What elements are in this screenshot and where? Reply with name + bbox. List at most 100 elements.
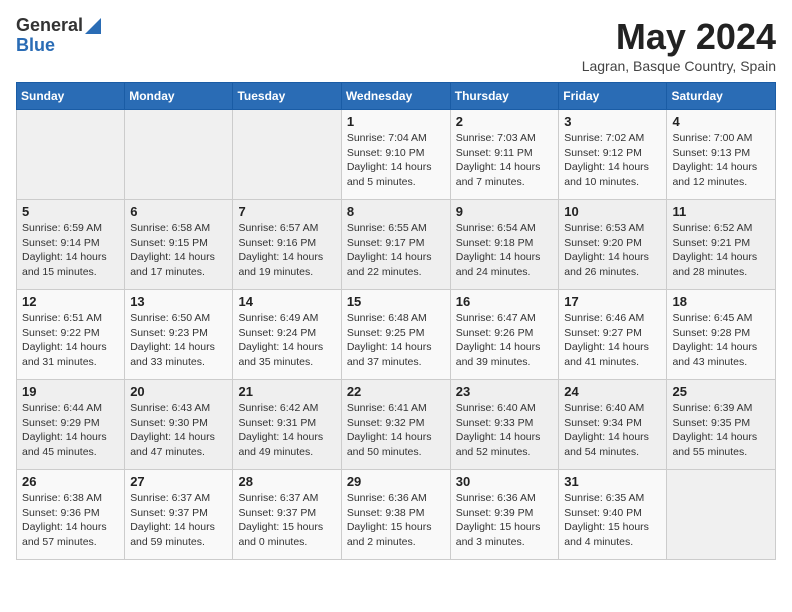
weekday-header-saturday: Saturday xyxy=(667,83,776,110)
day-number: 20 xyxy=(130,384,227,399)
day-number: 21 xyxy=(238,384,335,399)
calendar-cell: 25Sunrise: 6:39 AMSunset: 9:35 PMDayligh… xyxy=(667,380,776,470)
day-info: Sunrise: 6:51 AMSunset: 9:22 PMDaylight:… xyxy=(22,311,119,370)
day-info: Sunrise: 6:40 AMSunset: 9:34 PMDaylight:… xyxy=(564,401,661,460)
calendar-cell: 9Sunrise: 6:54 AMSunset: 9:18 PMDaylight… xyxy=(450,200,559,290)
calendar-cell: 14 Sunrise: 6:49 AMSunset: 9:24 PMDayligh… xyxy=(233,290,341,380)
day-number: 13 xyxy=(130,294,227,309)
calendar-week-2: 5Sunrise: 6:59 AMSunset: 9:14 PMDaylight… xyxy=(17,200,776,290)
day-number: 22 xyxy=(347,384,445,399)
day-info: Sunrise: 6:43 AMSunset: 9:30 PMDaylight:… xyxy=(130,401,227,460)
day-info: Sunrise: 6:47 AMSunset: 9:26 PMDaylight:… xyxy=(456,311,554,370)
calendar-cell: 29 Sunrise: 6:36 AMSunset: 9:38 PMDayligh… xyxy=(341,470,450,560)
day-info: Sunrise: 6:39 AMSunset: 9:35 PMDaylight:… xyxy=(672,401,770,460)
day-number: 28 xyxy=(238,474,335,489)
day-number: 6 xyxy=(130,204,227,219)
calendar-cell: 26 Sunrise: 6:38 AMSunset: 9:36 PMDayligh… xyxy=(17,470,125,560)
calendar-cell: 10Sunrise: 6:53 AMSunset: 9:20 PMDayligh… xyxy=(559,200,667,290)
day-number: 3 xyxy=(564,114,661,129)
calendar-cell: 13 Sunrise: 6:50 AMSunset: 9:23 PMDayligh… xyxy=(125,290,233,380)
day-number: 8 xyxy=(347,204,445,219)
calendar-cell: 30 Sunrise: 6:36 AMSunset: 9:39 PMDayligh… xyxy=(450,470,559,560)
day-info: Sunrise: 6:58 AMSunset: 9:15 PMDaylight:… xyxy=(130,221,227,280)
calendar-cell xyxy=(233,110,341,200)
day-info: Sunrise: 6:50 AMSunset: 9:23 PMDaylight:… xyxy=(130,311,227,370)
day-number: 1 xyxy=(347,114,445,129)
day-info: Sunrise: 7:00 AMSunset: 9:13 PMDaylight:… xyxy=(672,131,770,190)
day-info: Sunrise: 6:48 AMSunset: 9:25 PMDaylight:… xyxy=(347,311,445,370)
day-info: Sunrise: 6:54 AMSunset: 9:18 PMDaylight:… xyxy=(456,221,554,280)
day-info: Sunrise: 6:36 AMSunset: 9:39 PMDaylight:… xyxy=(456,491,554,550)
day-number: 15 xyxy=(347,294,445,309)
calendar-cell: 28 Sunrise: 6:37 AMSunset: 9:37 PMDayligh… xyxy=(233,470,341,560)
day-number: 31 xyxy=(564,474,661,489)
weekday-header-wednesday: Wednesday xyxy=(341,83,450,110)
day-number: 23 xyxy=(456,384,554,399)
day-number: 4 xyxy=(672,114,770,129)
day-info: Sunrise: 6:42 AMSunset: 9:31 PMDaylight:… xyxy=(238,401,335,460)
day-info: Sunrise: 6:57 AMSunset: 9:16 PMDaylight:… xyxy=(238,221,335,280)
calendar-cell: 8Sunrise: 6:55 AMSunset: 9:17 PMDaylight… xyxy=(341,200,450,290)
day-info: Sunrise: 7:02 AMSunset: 9:12 PMDaylight:… xyxy=(564,131,661,190)
calendar-week-3: 12Sunrise: 6:51 AMSunset: 9:22 PMDayligh… xyxy=(17,290,776,380)
day-number: 24 xyxy=(564,384,661,399)
calendar-cell: 19 Sunrise: 6:44 AMSunset: 9:29 PMDayligh… xyxy=(17,380,125,470)
day-number: 19 xyxy=(22,384,119,399)
day-info: Sunrise: 6:49 AMSunset: 9:24 PMDaylight:… xyxy=(238,311,335,370)
calendar-cell: 20 Sunrise: 6:43 AMSunset: 9:30 PMDayligh… xyxy=(125,380,233,470)
weekday-header-friday: Friday xyxy=(559,83,667,110)
calendar-cell: 12Sunrise: 6:51 AMSunset: 9:22 PMDayligh… xyxy=(17,290,125,380)
calendar-week-1: 1 Sunrise: 7:04 AMSunset: 9:10 PMDaylight… xyxy=(17,110,776,200)
calendar-table: SundayMondayTuesdayWednesdayThursdayFrid… xyxy=(16,82,776,560)
weekday-header-sunday: Sunday xyxy=(17,83,125,110)
day-info: Sunrise: 6:35 AMSunset: 9:40 PMDaylight:… xyxy=(564,491,661,550)
calendar-week-5: 26 Sunrise: 6:38 AMSunset: 9:36 PMDayligh… xyxy=(17,470,776,560)
weekday-header-thursday: Thursday xyxy=(450,83,559,110)
calendar-cell: 18 Sunrise: 6:45 AMSunset: 9:28 PMDayligh… xyxy=(667,290,776,380)
day-info: Sunrise: 6:37 AMSunset: 9:37 PMDaylight:… xyxy=(238,491,335,550)
calendar-cell xyxy=(125,110,233,200)
day-number: 27 xyxy=(130,474,227,489)
calendar-cell xyxy=(667,470,776,560)
calendar-cell: 2Sunrise: 7:03 AMSunset: 9:11 PMDaylight… xyxy=(450,110,559,200)
page-header: General Blue May 2024 Lagran, Basque Cou… xyxy=(16,16,776,74)
day-info: Sunrise: 6:41 AMSunset: 9:32 PMDaylight:… xyxy=(347,401,445,460)
day-info: Sunrise: 6:36 AMSunset: 9:38 PMDaylight:… xyxy=(347,491,445,550)
day-number: 5 xyxy=(22,204,119,219)
day-number: 14 xyxy=(238,294,335,309)
weekday-header-row: SundayMondayTuesdayWednesdayThursdayFrid… xyxy=(17,83,776,110)
day-info: Sunrise: 6:52 AMSunset: 9:21 PMDaylight:… xyxy=(672,221,770,280)
day-number: 17 xyxy=(564,294,661,309)
day-info: Sunrise: 7:04 AMSunset: 9:10 PMDaylight:… xyxy=(347,131,445,190)
calendar-cell: 16Sunrise: 6:47 AMSunset: 9:26 PMDayligh… xyxy=(450,290,559,380)
calendar-cell: 6 Sunrise: 6:58 AMSunset: 9:15 PMDaylight… xyxy=(125,200,233,290)
day-info: Sunrise: 7:03 AMSunset: 9:11 PMDaylight:… xyxy=(456,131,554,190)
day-number: 30 xyxy=(456,474,554,489)
calendar-cell: 24 Sunrise: 6:40 AMSunset: 9:34 PMDayligh… xyxy=(559,380,667,470)
weekday-header-tuesday: Tuesday xyxy=(233,83,341,110)
calendar-cell: 7 Sunrise: 6:57 AMSunset: 9:16 PMDaylight… xyxy=(233,200,341,290)
calendar-cell: 27Sunrise: 6:37 AMSunset: 9:37 PMDayligh… xyxy=(125,470,233,560)
calendar-location: Lagran, Basque Country, Spain xyxy=(582,58,776,74)
day-number: 26 xyxy=(22,474,119,489)
weekday-header-monday: Monday xyxy=(125,83,233,110)
day-number: 7 xyxy=(238,204,335,219)
day-info: Sunrise: 6:38 AMSunset: 9:36 PMDaylight:… xyxy=(22,491,119,550)
calendar-cell: 23 Sunrise: 6:40 AMSunset: 9:33 PMDayligh… xyxy=(450,380,559,470)
calendar-cell: 17 Sunrise: 6:46 AMSunset: 9:27 PMDayligh… xyxy=(559,290,667,380)
calendar-cell: 1 Sunrise: 7:04 AMSunset: 9:10 PMDaylight… xyxy=(341,110,450,200)
day-info: Sunrise: 6:46 AMSunset: 9:27 PMDaylight:… xyxy=(564,311,661,370)
calendar-cell: 5Sunrise: 6:59 AMSunset: 9:14 PMDaylight… xyxy=(17,200,125,290)
day-number: 18 xyxy=(672,294,770,309)
logo-blue-text: Blue xyxy=(16,35,55,55)
day-number: 29 xyxy=(347,474,445,489)
title-block: May 2024 Lagran, Basque Country, Spain xyxy=(582,16,776,74)
calendar-cell: 4 Sunrise: 7:00 AMSunset: 9:13 PMDaylight… xyxy=(667,110,776,200)
day-number: 10 xyxy=(564,204,661,219)
day-info: Sunrise: 6:45 AMSunset: 9:28 PMDaylight:… xyxy=(672,311,770,370)
day-info: Sunrise: 6:40 AMSunset: 9:33 PMDaylight:… xyxy=(456,401,554,460)
logo-triangle-icon xyxy=(85,18,101,34)
logo-general-text: General xyxy=(16,16,83,36)
day-info: Sunrise: 6:44 AMSunset: 9:29 PMDaylight:… xyxy=(22,401,119,460)
calendar-week-4: 19 Sunrise: 6:44 AMSunset: 9:29 PMDayligh… xyxy=(17,380,776,470)
